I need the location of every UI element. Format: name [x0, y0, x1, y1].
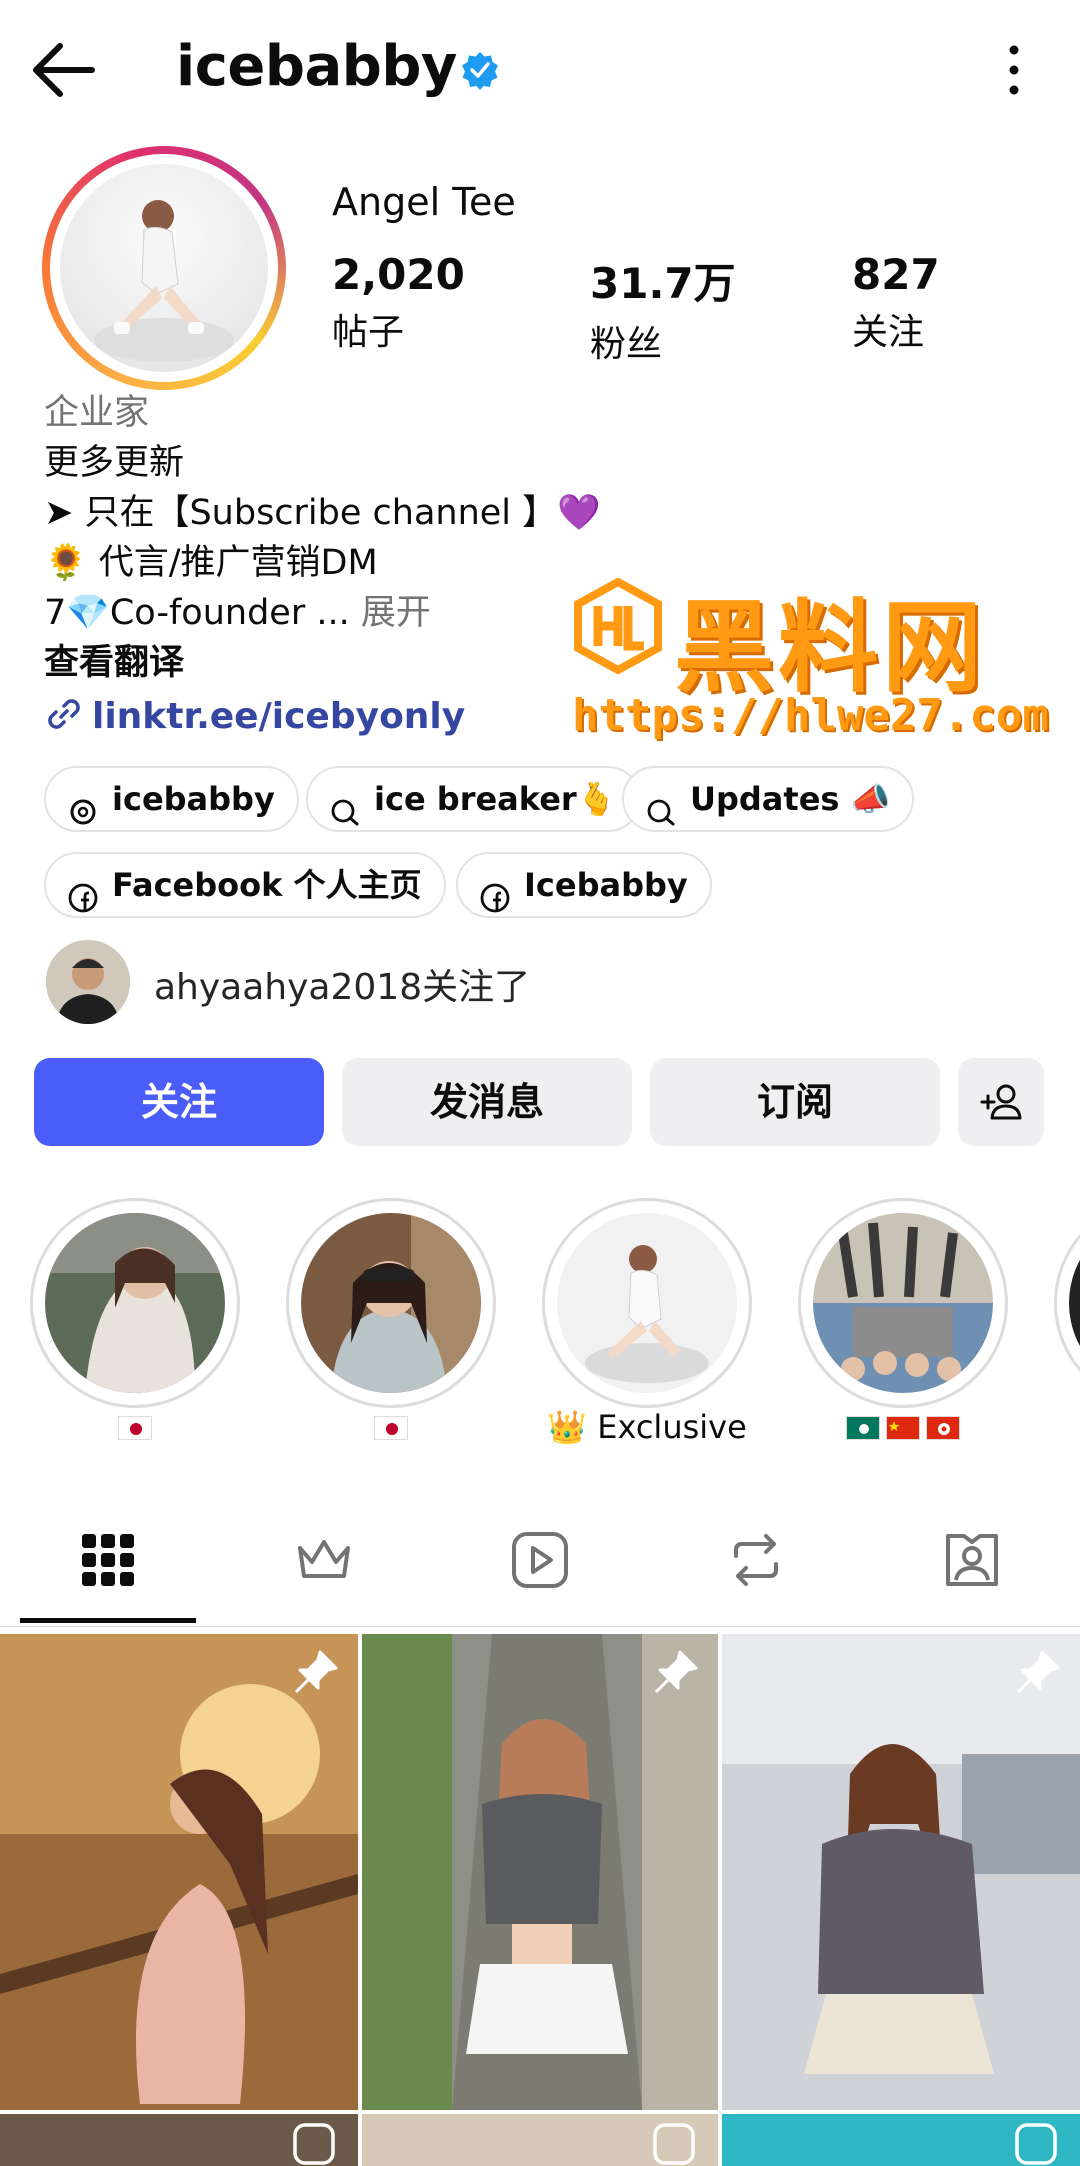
verified-badge-icon: [460, 50, 500, 90]
post-tile[interactable]: [0, 2114, 358, 2166]
bio-category: 企业家: [44, 393, 150, 433]
highlight-cover: [301, 1213, 481, 1393]
hong-kong-flag-icon: [926, 1416, 960, 1440]
suggested-accounts-button[interactable]: [958, 1058, 1044, 1146]
story-highlight[interactable]: [30, 1198, 240, 1408]
tab-reposts[interactable]: [648, 1510, 864, 1630]
bio: 企业家 更多更新 ➤ 只在【Subscribe channel 】💜 🌻 代言/…: [44, 388, 644, 688]
channel-icon: [330, 785, 360, 826]
more-options-icon[interactable]: [994, 40, 1034, 100]
bio-line: ➤ 只在【Subscribe channel 】💜: [44, 493, 601, 533]
post-tile[interactable]: [722, 2114, 1080, 2166]
facebook-icon: [68, 871, 98, 913]
following-count-value: 827: [852, 250, 940, 299]
watermark-logo-icon: [570, 577, 666, 675]
chip-facebook-page[interactable]: Icebabby: [456, 852, 712, 918]
chip-label: ice breaker🫰: [374, 780, 617, 818]
pin-icon: [652, 1648, 700, 1696]
highlight-cover: [45, 1213, 225, 1393]
subscribe-button[interactable]: 订阅: [650, 1058, 940, 1146]
tagged-icon: [946, 1534, 998, 1586]
chip-facebook-profile[interactable]: Facebook 个人主页: [44, 852, 446, 918]
post-tile[interactable]: [362, 1634, 718, 2110]
bio-expand-link[interactable]: 展开: [361, 593, 431, 633]
channel-icon: [646, 785, 676, 826]
see-translation-link[interactable]: 查看翻译: [44, 638, 644, 688]
mutual-followers-text[interactable]: ahyaahya2018关注了: [154, 958, 530, 1010]
bio-line: 🌻 代言/推广营销DM: [44, 543, 378, 583]
post-tile[interactable]: [0, 1634, 358, 2110]
followers-count-label: 粉丝: [590, 324, 663, 365]
highlight-cover: [557, 1213, 737, 1393]
post-tile[interactable]: [722, 1634, 1080, 2110]
bio-line: 7💎Co-founder ...: [44, 593, 350, 633]
china-flag-icon: [886, 1416, 920, 1440]
add-person-icon: [980, 1084, 1022, 1120]
profile-page: icebabby Angel Tee 2,020 帖子 31.7万 粉丝 827…: [0, 0, 1080, 2166]
highlight-cover: [813, 1213, 993, 1393]
top-bar: icebabby: [0, 0, 1080, 140]
active-tab-indicator: [20, 1618, 196, 1623]
link-icon: [48, 699, 80, 729]
chip-label: Icebabby: [524, 866, 688, 904]
highlight-cover: [1069, 1213, 1080, 1393]
story-highlight[interactable]: [542, 1198, 752, 1408]
tab-posts-grid[interactable]: [0, 1510, 216, 1630]
message-button[interactable]: 发消息: [342, 1058, 632, 1146]
follow-button[interactable]: 关注: [34, 1058, 324, 1146]
pin-icon: [292, 1648, 340, 1696]
watermark-url: https://hlwe27.com: [572, 690, 1049, 741]
tabs-divider: [0, 1626, 1080, 1627]
profile-username: icebabby: [176, 34, 457, 99]
back-arrow-icon[interactable]: [28, 38, 100, 102]
story-highlight[interactable]: [1054, 1198, 1080, 1408]
profile-link[interactable]: linktr.ee/icebyonly: [44, 694, 465, 737]
chip-channel-updates[interactable]: Updates 📣: [622, 766, 915, 832]
crown-icon: [298, 1540, 350, 1578]
threads-icon: [68, 785, 98, 825]
chip-label: icebabby: [112, 780, 275, 818]
highlight-label: [798, 1408, 1008, 1452]
repost-icon: [734, 1534, 778, 1586]
profile-link-text: linktr.ee/icebyonly: [92, 696, 466, 737]
post-tile[interactable]: [362, 2114, 718, 2166]
japan-flag-icon: [374, 1416, 408, 1440]
story-highlight[interactable]: [798, 1198, 1008, 1408]
chip-threads[interactable]: icebabby: [44, 766, 299, 832]
chip-label: Facebook 个人主页: [112, 866, 422, 904]
tab-subscriptions[interactable]: [216, 1510, 432, 1630]
reels-icon: [512, 1532, 568, 1588]
tab-reels[interactable]: [432, 1510, 648, 1630]
display-name: Angel Tee: [332, 180, 516, 224]
following-count[interactable]: 827 关注: [852, 250, 940, 355]
profile-tabs: [0, 1510, 1080, 1630]
posts-count[interactable]: 2,020 帖子: [332, 250, 465, 355]
highlight-label-exclusive: 👑 Exclusive: [547, 1408, 747, 1446]
pin-icon: [1014, 1648, 1062, 1696]
chip-channel-ice-breaker[interactable]: ice breaker🫰: [306, 766, 641, 832]
macau-flag-icon: [846, 1416, 880, 1440]
profile-avatar[interactable]: [42, 146, 286, 390]
facebook-icon: [480, 871, 510, 913]
tab-tagged[interactable]: [864, 1510, 1080, 1630]
posts-count-value: 2,020: [332, 250, 465, 299]
grid-icon: [82, 1534, 134, 1586]
followers-count-value: 31.7万: [590, 259, 736, 308]
mutual-follower-avatar[interactable]: [46, 940, 130, 1024]
avatar-photo: [60, 164, 268, 372]
bio-line: 更多更新: [44, 443, 185, 483]
highlight-label: [60, 1408, 210, 1452]
watermark: 黑料网 https://hlwe27.com: [570, 577, 1070, 746]
highlight-label: [316, 1408, 466, 1452]
story-highlight[interactable]: [286, 1198, 496, 1408]
chip-label: Updates 📣: [690, 780, 891, 818]
followers-count[interactable]: 31.7万 粉丝: [590, 250, 736, 367]
posts-count-label: 帖子: [332, 312, 405, 353]
bio-truncated-line: 7💎Co-founder ... 展开: [44, 588, 644, 638]
japan-flag-icon: [118, 1416, 152, 1440]
reel-icon: [652, 2122, 696, 2166]
reel-icon: [292, 2122, 336, 2166]
following-count-label: 关注: [852, 312, 925, 353]
reel-icon: [1014, 2122, 1058, 2166]
